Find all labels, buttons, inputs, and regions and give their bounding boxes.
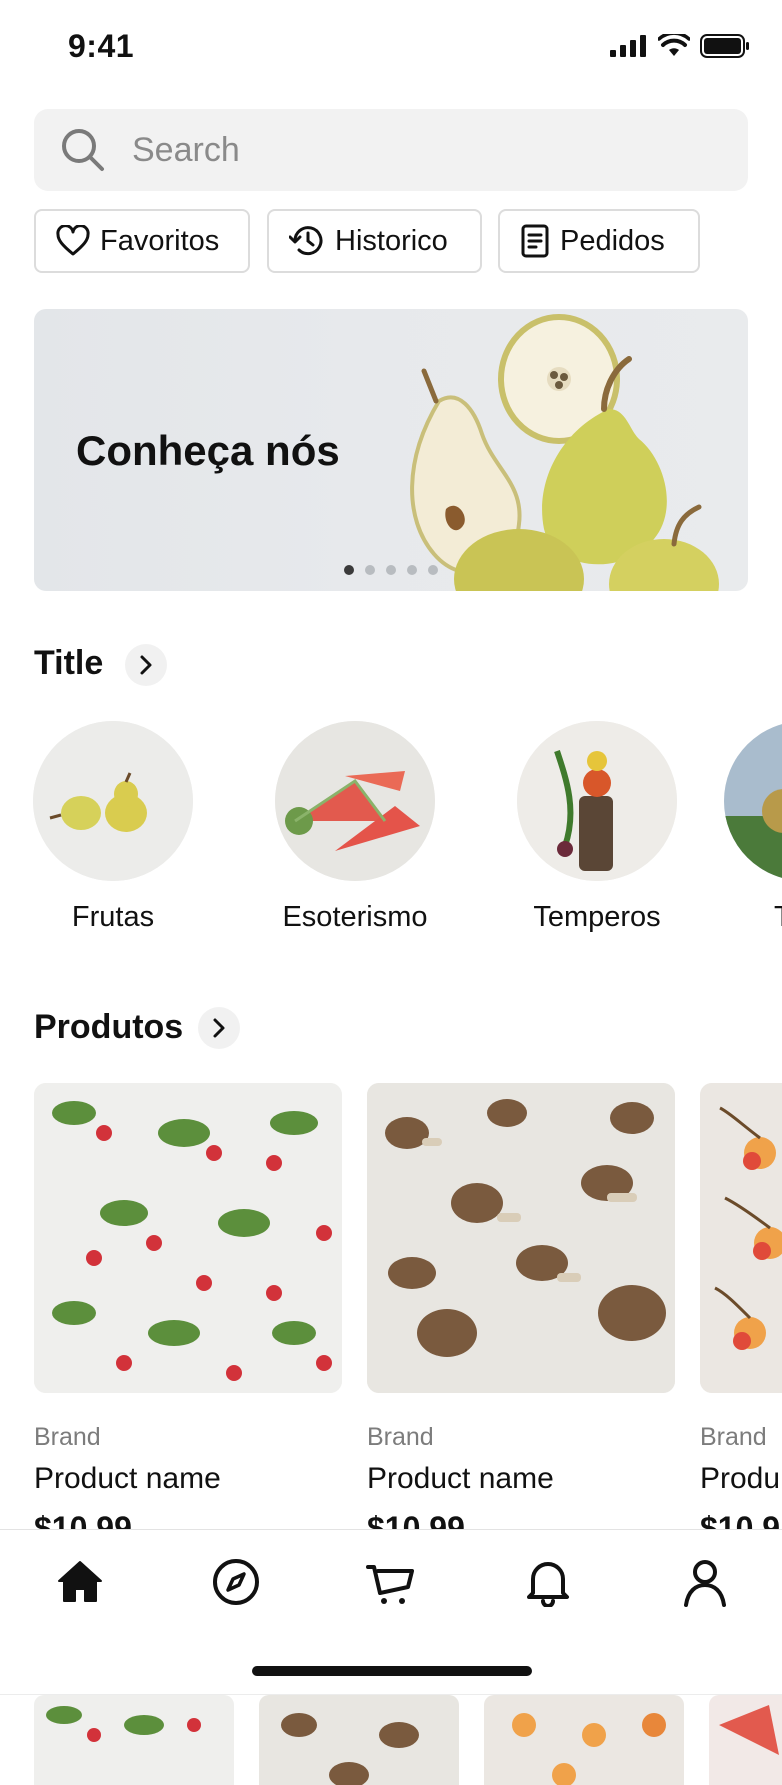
product-brand: Brand bbox=[700, 1423, 767, 1451]
cart-icon[interactable] bbox=[366, 1557, 416, 1607]
category-item-esoterismo[interactable]: Esoterismo bbox=[275, 721, 435, 934]
categories-section-title: Title bbox=[34, 644, 104, 682]
product-image-radishes bbox=[34, 1083, 342, 1393]
category-item-frutas[interactable]: Frutas bbox=[33, 721, 193, 934]
category-item-temperos[interactable]: Temperos bbox=[517, 721, 677, 934]
banner-title: Conheça nós bbox=[76, 427, 340, 474]
home-indicator bbox=[252, 1666, 532, 1676]
product-image-mushrooms bbox=[367, 1083, 675, 1393]
battery-icon bbox=[700, 34, 749, 58]
product-price: $10.99 bbox=[34, 1510, 132, 1529]
carousel-dot-4[interactable] bbox=[407, 565, 417, 575]
search-bar[interactable]: Search bbox=[34, 109, 748, 191]
products-carousel[interactable]: Brand Product name $10.99 Brand Product … bbox=[0, 1083, 782, 1529]
product-brand: Brand bbox=[367, 1423, 434, 1451]
profile-icon[interactable] bbox=[680, 1557, 730, 1607]
carousel-dot-3[interactable] bbox=[386, 565, 396, 575]
chip-favoritos[interactable]: Favoritos bbox=[34, 209, 250, 273]
category-image-esoterismo bbox=[275, 721, 435, 881]
history-icon bbox=[289, 226, 323, 256]
search-icon bbox=[62, 129, 104, 171]
promo-banner[interactable]: Conheça nós bbox=[34, 309, 748, 591]
compass-icon[interactable] bbox=[211, 1557, 261, 1607]
bottom-image-strip bbox=[0, 1694, 782, 1785]
product-name: Produ bbox=[700, 1462, 781, 1495]
product-card[interactable]: Brand Produ $10.9 bbox=[700, 1083, 782, 1529]
heart-icon bbox=[56, 225, 90, 256]
chip-historico[interactable]: Historico bbox=[267, 209, 482, 273]
chip-label: Historico bbox=[335, 224, 448, 257]
chevron-right-icon bbox=[213, 1018, 225, 1038]
categories-see-all-button[interactable] bbox=[125, 644, 167, 686]
product-brand: Brand bbox=[34, 1423, 101, 1451]
status-icons bbox=[610, 34, 750, 58]
category-image-temperos bbox=[517, 721, 677, 881]
category-label: Esoterismo bbox=[282, 901, 428, 933]
product-card[interactable]: Brand Product name $10.99 bbox=[367, 1083, 675, 1529]
thumb-radishes[interactable] bbox=[34, 1695, 234, 1785]
carousel-dot-5[interactable] bbox=[428, 565, 438, 575]
bell-icon[interactable] bbox=[523, 1557, 573, 1607]
chip-label: Favoritos bbox=[100, 224, 220, 257]
product-name: Product name bbox=[34, 1462, 221, 1495]
document-icon bbox=[521, 224, 549, 258]
bottom-tab-bar bbox=[0, 1529, 782, 1695]
carousel-dots[interactable] bbox=[344, 565, 438, 575]
category-label: Frutas bbox=[71, 901, 155, 933]
carousel-dot-1[interactable] bbox=[344, 565, 354, 575]
category-label: Temperos bbox=[533, 901, 661, 933]
home-icon[interactable] bbox=[55, 1557, 105, 1607]
products-section-title: Produtos bbox=[34, 1008, 184, 1046]
chip-pedidos[interactable]: Pedidos bbox=[498, 209, 700, 273]
product-price: $10.9 bbox=[700, 1510, 781, 1529]
product-name: Product name bbox=[367, 1462, 554, 1495]
thumb-cherries[interactable] bbox=[484, 1695, 684, 1785]
category-label: T bbox=[724, 901, 782, 934]
thumb-mushrooms[interactable] bbox=[259, 1695, 459, 1785]
chevron-right-icon bbox=[140, 655, 152, 675]
status-time: 9:41 bbox=[68, 28, 135, 64]
product-image-cherries bbox=[700, 1083, 782, 1393]
search-input[interactable]: Search bbox=[132, 131, 240, 170]
thumb-watermelon[interactable] bbox=[709, 1695, 782, 1785]
chip-label: Pedidos bbox=[560, 224, 665, 257]
product-price: $10.99 bbox=[367, 1510, 465, 1529]
product-card[interactable]: Brand Product name $10.99 bbox=[34, 1083, 342, 1529]
category-image-frutas bbox=[33, 721, 193, 881]
category-image-partial bbox=[724, 721, 782, 881]
products-see-all-button[interactable] bbox=[198, 1007, 240, 1049]
category-item-partial[interactable]: T bbox=[724, 721, 782, 934]
wifi-icon bbox=[658, 34, 690, 56]
carousel-dot-2[interactable] bbox=[365, 565, 375, 575]
signal-icon bbox=[610, 35, 646, 57]
banner-pears-image bbox=[410, 314, 719, 591]
